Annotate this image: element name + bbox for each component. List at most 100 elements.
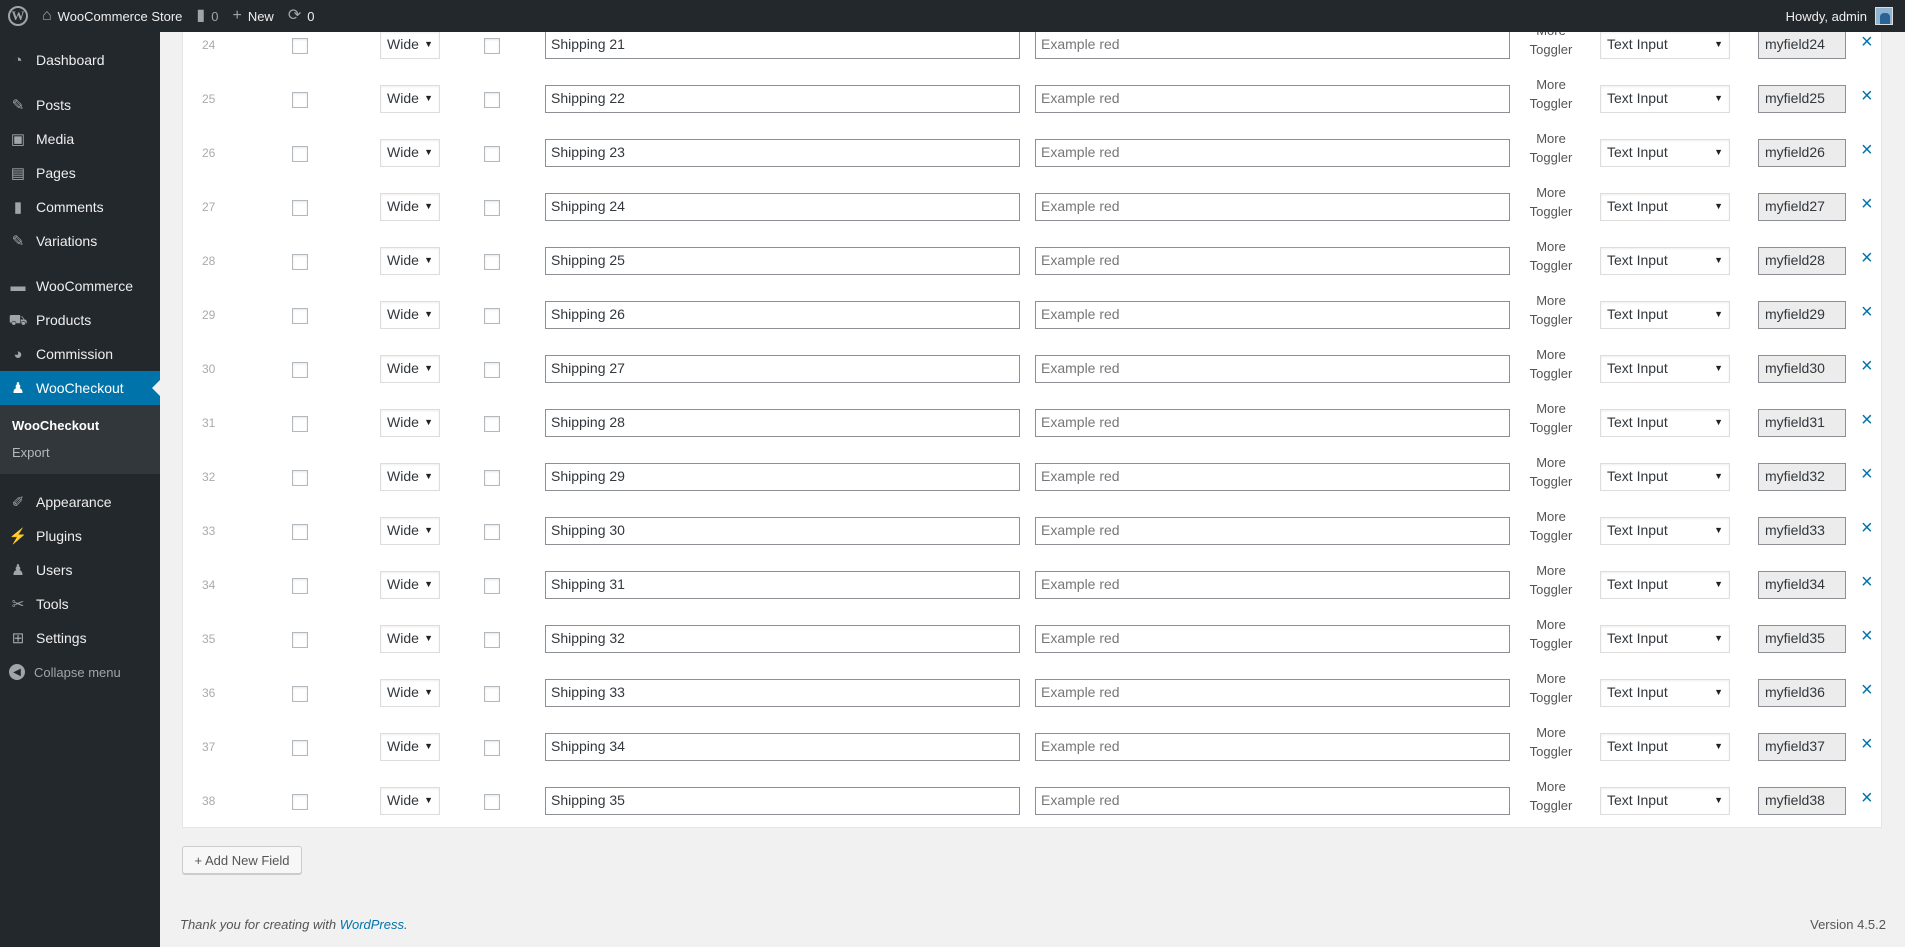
clear-checkbox[interactable] [484,470,500,486]
wordpress-link[interactable]: WordPress [340,917,404,932]
field-label-input[interactable]: Shipping 35 [545,787,1020,815]
delete-row-icon[interactable]: × [1861,788,1873,808]
submenu-item-woocheckout[interactable]: WooCheckout [0,412,160,439]
collapse-menu-button[interactable]: ◀ Collapse menu [0,655,160,689]
submenu-item-export[interactable]: Export [0,439,160,466]
field-placeholder-input[interactable]: Example red [1035,193,1510,221]
field-type-select[interactable]: Text Input ▼ [1600,463,1730,491]
more-toggler-link[interactable]: MoreToggler [1528,723,1574,761]
field-label-input[interactable]: Shipping 24 [545,193,1020,221]
more-toggler-link[interactable]: MoreToggler [1528,129,1574,167]
field-placeholder-input[interactable]: Example red [1035,463,1510,491]
field-placeholder-input[interactable]: Example red [1035,355,1510,383]
more-toggler-link[interactable]: MoreToggler [1528,399,1574,437]
comments-link[interactable]: ▮ 0 [189,0,225,32]
field-placeholder-input[interactable]: Example red [1035,301,1510,329]
field-label-input[interactable]: Shipping 31 [545,571,1020,599]
delete-row-icon[interactable]: × [1861,572,1873,592]
field-type-select[interactable]: Text Input ▼ [1600,679,1730,707]
field-placeholder-input[interactable]: Example red [1035,571,1510,599]
field-type-select[interactable]: Text Input ▼ [1600,355,1730,383]
field-label-input[interactable]: Shipping 29 [545,463,1020,491]
field-key-input[interactable]: myfield33 [1758,517,1846,545]
delete-row-icon[interactable]: × [1861,194,1873,214]
sidebar-item-plugins[interactable]: ⚡ Plugins [0,519,160,553]
field-label-input[interactable]: Shipping 22 [545,85,1020,113]
more-toggler-link[interactable]: MoreToggler [1528,237,1574,275]
sidebar-item-settings[interactable]: ⊞ Settings [0,621,160,655]
clear-checkbox[interactable] [484,578,500,594]
required-checkbox[interactable] [292,92,308,108]
delete-row-icon[interactable]: × [1861,734,1873,754]
width-select[interactable]: Wide ▼ [380,571,440,599]
required-checkbox[interactable] [292,740,308,756]
field-label-input[interactable]: Shipping 26 [545,301,1020,329]
field-label-input[interactable]: Shipping 30 [545,517,1020,545]
field-type-select[interactable]: Text Input ▼ [1600,787,1730,815]
width-select[interactable]: Wide ▼ [380,247,440,275]
field-placeholder-input[interactable]: Example red [1035,31,1510,59]
sidebar-item-woocommerce[interactable]: ▬ WooCommerce [0,269,160,303]
field-label-input[interactable]: Shipping 33 [545,679,1020,707]
width-select[interactable]: Wide ▼ [380,31,440,59]
field-key-input[interactable]: myfield30 [1758,355,1846,383]
sidebar-item-products[interactable]: ⛟ Products [0,303,160,337]
required-checkbox[interactable] [292,470,308,486]
sidebar-item-dashboard[interactable]: ◔ Dashboard [0,43,160,77]
field-type-select[interactable]: Text Input ▼ [1600,301,1730,329]
required-checkbox[interactable] [292,200,308,216]
field-type-select[interactable]: Text Input ▼ [1600,85,1730,113]
clear-checkbox[interactable] [484,200,500,216]
field-placeholder-input[interactable]: Example red [1035,85,1510,113]
field-type-select[interactable]: Text Input ▼ [1600,517,1730,545]
field-label-input[interactable]: Shipping 25 [545,247,1020,275]
clear-checkbox[interactable] [484,416,500,432]
field-key-input[interactable]: myfield31 [1758,409,1846,437]
required-checkbox[interactable] [292,362,308,378]
delete-row-icon[interactable]: × [1861,32,1873,52]
required-checkbox[interactable] [292,524,308,540]
width-select[interactable]: Wide ▼ [380,409,440,437]
field-placeholder-input[interactable]: Example red [1035,733,1510,761]
sidebar-item-posts[interactable]: ✎ Posts [0,88,160,122]
width-select[interactable]: Wide ▼ [380,733,440,761]
field-label-input[interactable]: Shipping 21 [545,31,1020,59]
new-content-link[interactable]: + New [225,0,280,32]
clear-checkbox[interactable] [484,92,500,108]
field-type-select[interactable]: Text Input ▼ [1600,193,1730,221]
my-account-link[interactable]: Howdy, admin [1786,0,1905,32]
field-placeholder-input[interactable]: Example red [1035,679,1510,707]
wordpress-logo-button[interactable]: W [1,0,35,32]
required-checkbox[interactable] [292,632,308,648]
sidebar-item-comments[interactable]: ▮ Comments [0,190,160,224]
field-label-input[interactable]: Shipping 23 [545,139,1020,167]
clear-checkbox[interactable] [484,740,500,756]
sidebar-item-commission[interactable]: ◕ Commission [0,337,160,371]
delete-row-icon[interactable]: × [1861,680,1873,700]
width-select[interactable]: Wide ▼ [380,193,440,221]
field-type-select[interactable]: Text Input ▼ [1600,571,1730,599]
clear-checkbox[interactable] [484,524,500,540]
field-key-input[interactable]: myfield29 [1758,301,1846,329]
field-type-select[interactable]: Text Input ▼ [1600,247,1730,275]
sidebar-item-variations[interactable]: ✎ Variations [0,224,160,258]
field-type-select[interactable]: Text Input ▼ [1600,733,1730,761]
required-checkbox[interactable] [292,308,308,324]
field-key-input[interactable]: myfield24 [1758,31,1846,59]
delete-row-icon[interactable]: × [1861,302,1873,322]
clear-checkbox[interactable] [484,38,500,54]
more-toggler-link[interactable]: MoreToggler [1528,507,1574,545]
more-toggler-link[interactable]: MoreToggler [1528,345,1574,383]
field-key-input[interactable]: myfield34 [1758,571,1846,599]
field-key-input[interactable]: myfield36 [1758,679,1846,707]
field-key-input[interactable]: myfield26 [1758,139,1846,167]
width-select[interactable]: Wide ▼ [380,787,440,815]
sidebar-item-woocheckout[interactable]: ♟ WooCheckout [0,371,160,405]
field-placeholder-input[interactable]: Example red [1035,787,1510,815]
width-select[interactable]: Wide ▼ [380,301,440,329]
clear-checkbox[interactable] [484,686,500,702]
required-checkbox[interactable] [292,578,308,594]
delete-row-icon[interactable]: × [1861,464,1873,484]
field-type-select[interactable]: Text Input ▼ [1600,409,1730,437]
delete-row-icon[interactable]: × [1861,518,1873,538]
